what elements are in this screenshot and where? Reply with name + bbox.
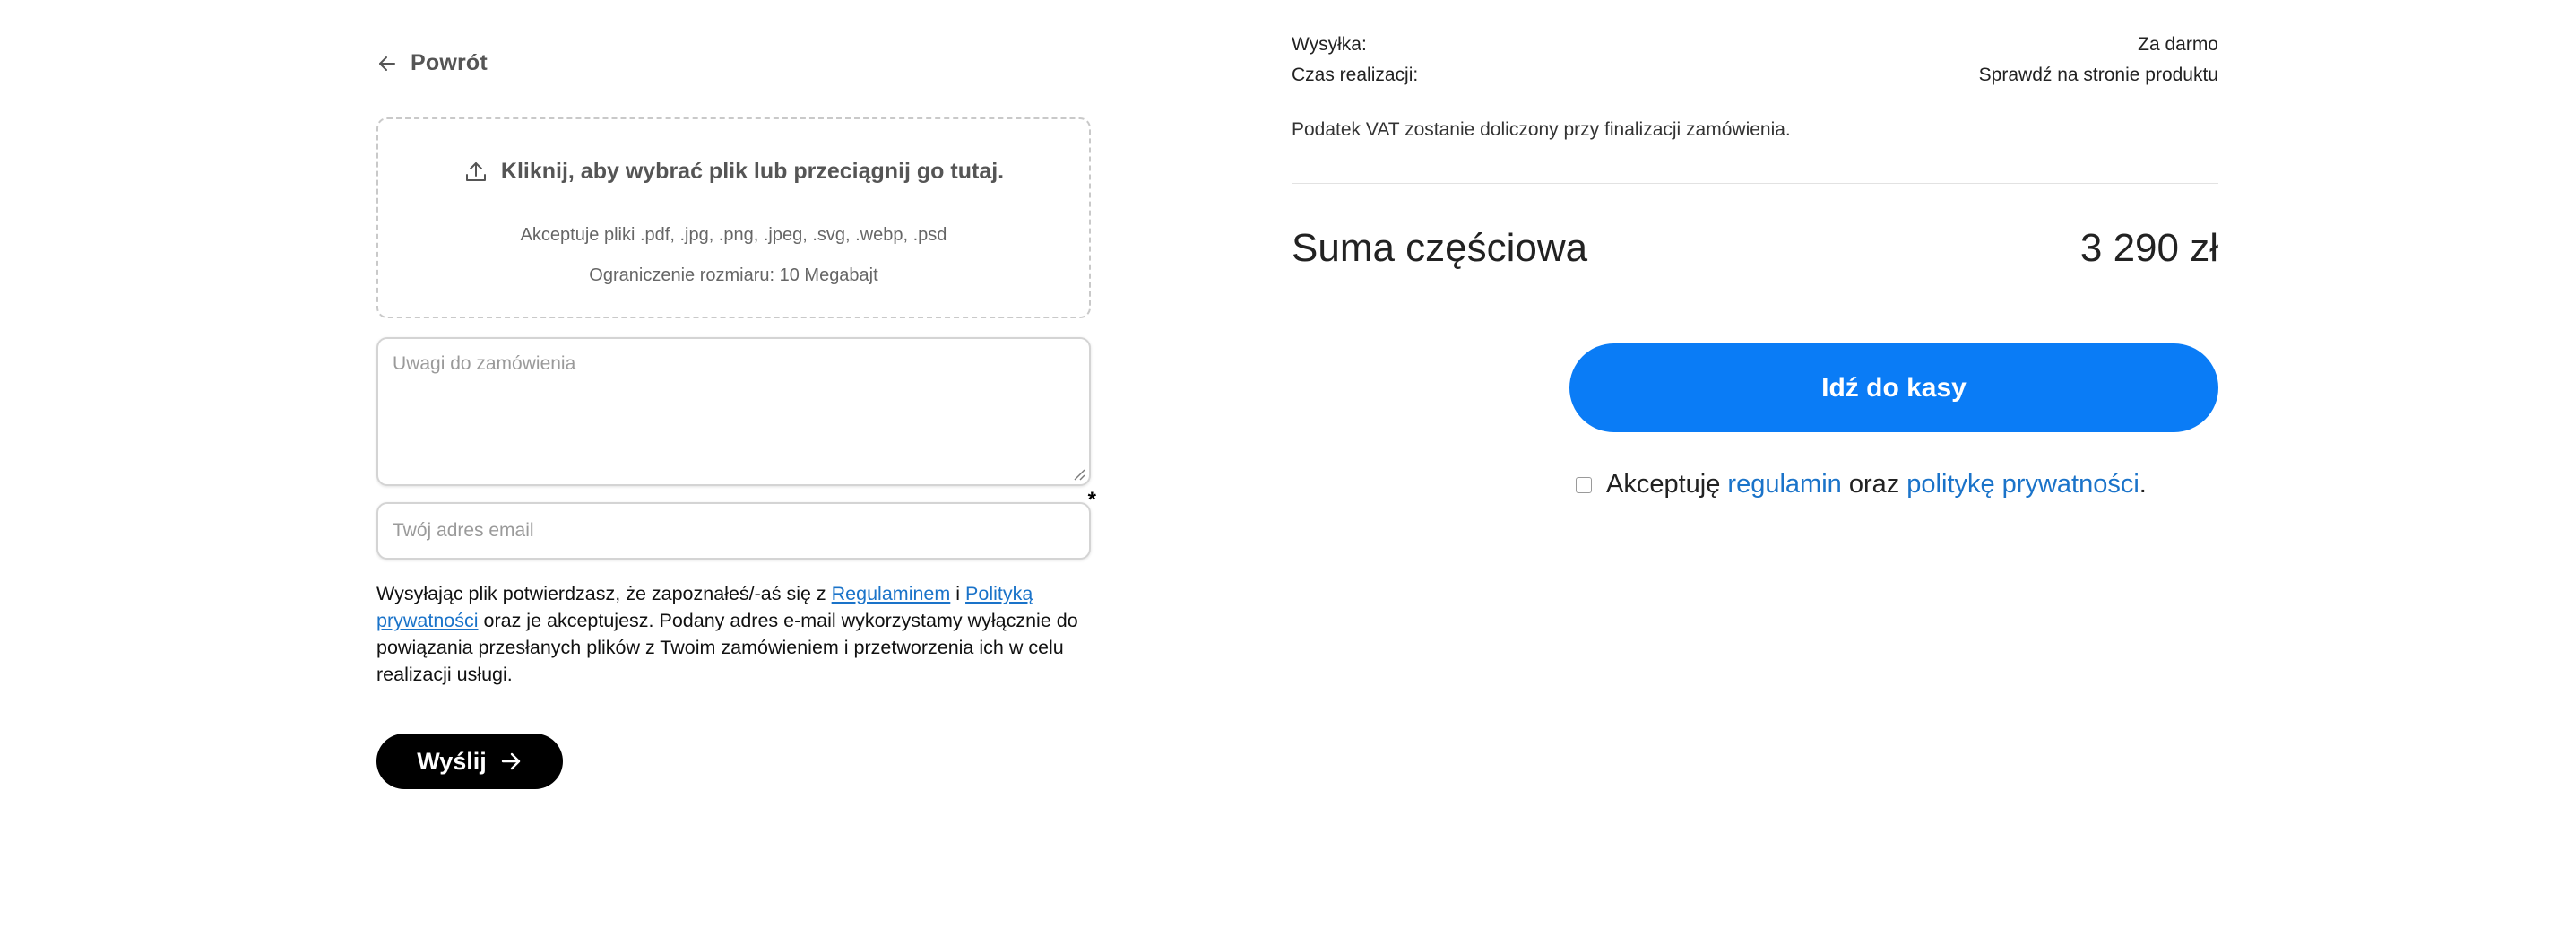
email-wrapper: * <box>376 490 1096 560</box>
consent-part-2: i <box>950 583 966 604</box>
regulamin-link[interactable]: regulamin <box>1727 470 1841 499</box>
fulfilment-time-value: Sprawdź na stronie produktu <box>1978 65 2218 85</box>
terms-suffix: . <box>2139 470 2147 499</box>
order-notes-wrapper <box>376 337 1091 486</box>
checkout-button[interactable]: Idź do kasy <box>1569 343 2218 432</box>
fulfilment-time-label: Czas realizacji: <box>1292 65 1419 85</box>
terms-middle: oraz <box>1841 470 1907 499</box>
summary-divider <box>1292 183 2218 184</box>
required-marker: * <box>1087 488 1096 512</box>
terms-consent-row: Akceptuję regulamin oraz politykę prywat… <box>1576 470 2147 499</box>
terms-text: Akceptuję regulamin oraz politykę prywat… <box>1606 470 2147 499</box>
subtotal-value: 3 290 zł <box>2079 226 2218 270</box>
shipping-label: Wysyłka: <box>1292 34 1367 55</box>
consent-part-3: oraz je akceptujesz. Podany adres e-mail… <box>376 610 1078 685</box>
file-size-limit: Ograniczenie rozmiaru: 10 Megabajt <box>589 265 878 285</box>
dropzone-headline: Kliknij, aby wybrać plik lub przeciągnij… <box>378 159 1089 185</box>
shipping-value: Za darmo <box>2138 34 2218 55</box>
dropzone-headline-text: Kliknij, aby wybrać plik lub przeciągnij… <box>500 159 1005 184</box>
back-link[interactable]: Powrót <box>376 50 488 76</box>
terms-checkbox[interactable] <box>1576 476 1592 493</box>
back-link-label: Powrót <box>411 50 488 75</box>
shipping-row: Wysyłka: Za darmo <box>1292 34 2218 56</box>
vat-note: Podatek VAT zostanie doliczony przy fina… <box>1292 119 1791 140</box>
fulfilment-time-row: Czas realizacji: Sprawdź na stronie prod… <box>1292 65 2218 86</box>
terms-link[interactable]: Regulaminem <box>832 583 951 604</box>
accepted-file-types: Akceptuje pliki .pdf, .jpg, .png, .jpeg,… <box>520 225 947 245</box>
resize-handle-icon[interactable] <box>1071 466 1085 481</box>
terms-prefix: Akceptuję <box>1606 470 1728 499</box>
arrow-right-icon <box>499 750 523 773</box>
consent-part-1: Wysyłając plik potwierdzasz, że zapoznał… <box>376 583 832 604</box>
send-button-label: Wyślij <box>417 747 487 775</box>
email-field[interactable] <box>376 502 1091 560</box>
subtotal-label: Suma częściowa <box>1292 226 1588 270</box>
upload-icon <box>463 160 488 185</box>
file-dropzone[interactable]: Kliknij, aby wybrać plik lub przeciągnij… <box>376 117 1091 318</box>
checkout-button-label: Idź do kasy <box>1821 372 1967 403</box>
send-button[interactable]: Wyślij <box>376 734 563 789</box>
consent-text: Wysyłając plik potwierdzasz, że zapoznał… <box>376 580 1085 688</box>
order-notes-field[interactable] <box>376 337 1091 486</box>
subtotal-row: Suma częściowa 3 290 zł <box>1292 226 2218 271</box>
arrow-left-icon <box>376 53 398 74</box>
privacy-link[interactable]: politykę prywatności <box>1906 470 2139 499</box>
